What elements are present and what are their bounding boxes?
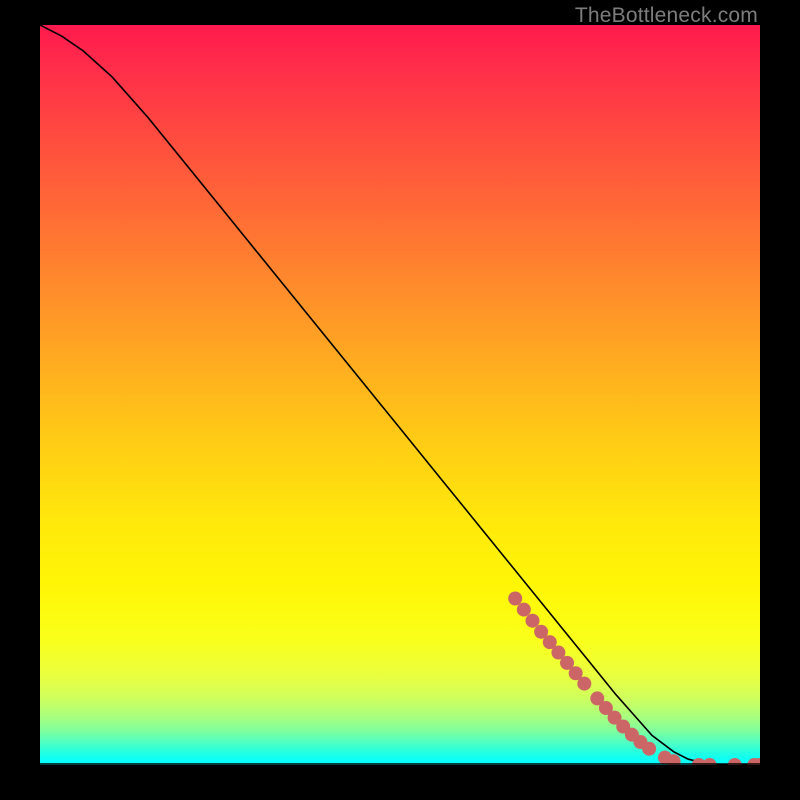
data-point bbox=[517, 603, 531, 617]
data-point bbox=[577, 677, 591, 691]
data-point bbox=[642, 742, 656, 756]
curve-line bbox=[40, 25, 760, 765]
data-point bbox=[508, 592, 522, 606]
data-point bbox=[525, 614, 539, 628]
data-points bbox=[508, 592, 760, 766]
chart-frame: TheBottleneck.com bbox=[0, 0, 800, 800]
chart-svg bbox=[40, 25, 760, 765]
